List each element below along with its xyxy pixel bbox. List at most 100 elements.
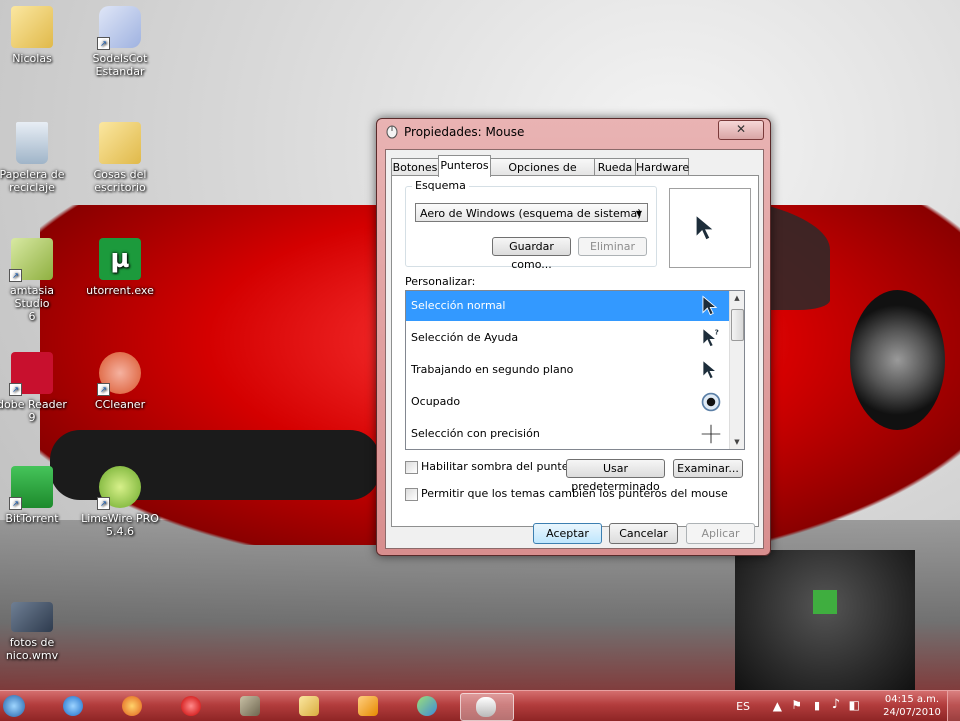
recycle-bin-icon — [16, 122, 48, 164]
folder-icon — [299, 696, 319, 716]
pointer-row-label: Selección de Ayuda — [411, 331, 519, 344]
action-center-flag-icon[interactable]: ⚑ — [791, 698, 802, 712]
windows-orb-icon — [3, 695, 25, 717]
shortcut-arrow-icon: ↗ — [97, 383, 110, 396]
desktop-icon-label: fotos de nico.wmv — [5, 636, 59, 662]
desktop-icon-label: Nicolas — [12, 52, 52, 65]
scheme-group: Esquema Aero de Windows (esquema de sist… — [405, 179, 657, 271]
close-button[interactable]: ✕ — [718, 120, 764, 140]
pointer-row-label: Trabajando en segundo plano — [411, 363, 574, 376]
taskbar-media-player[interactable] — [347, 693, 389, 719]
tray-app-icon[interactable]: ◧ — [849, 698, 860, 712]
clock[interactable]: 04:15 a.m. 24/07/2010 — [882, 693, 942, 719]
desktop-icon-camtasia[interactable]: ↗ amtasia Studio 6 — [0, 238, 72, 323]
desktop-icon-adobe-reader[interactable]: ↗ dobe Reader 9 — [0, 352, 72, 424]
desktop-icon-label: dobe Reader 9 — [0, 398, 67, 424]
mouse-properties-dialog: Propiedades: Mouse ✕ Botones Punteros Op… — [376, 118, 771, 556]
wallpaper-spheres-thumbnail — [735, 550, 915, 690]
show-hidden-icons-icon[interactable]: ▲ — [773, 699, 782, 713]
pointer-row-label: Selección normal — [411, 299, 506, 312]
internet-explorer-icon — [63, 696, 83, 716]
volume-icon[interactable]: ♪ — [832, 697, 840, 712]
scroll-thumb[interactable] — [731, 309, 744, 341]
media-player-icon — [358, 696, 378, 716]
language-indicator[interactable]: ES — [736, 700, 750, 713]
scroll-up-arrow-icon[interactable]: ▲ — [730, 291, 744, 305]
opera-icon — [181, 696, 201, 716]
shortcut-arrow-icon: ↗ — [9, 497, 22, 510]
taskbar-mouse-properties[interactable] — [460, 693, 514, 721]
pointer-preview — [669, 188, 751, 268]
use-default-button[interactable]: Usar predeterminado — [566, 459, 665, 493]
desktop-icon-label: Papelera de reciclaje — [0, 168, 65, 194]
folder-icon — [11, 6, 53, 48]
scroll-down-arrow-icon[interactable]: ▼ — [730, 435, 744, 449]
taskbar-internet-explorer[interactable] — [52, 693, 94, 719]
desktop-icon-limewire[interactable]: ↗ LimeWire PRO 5.4.6 — [80, 466, 160, 538]
tab-botones[interactable]: Botones — [391, 158, 439, 176]
pointer-row-seleccion-ayuda[interactable]: Selección de Ayuda ? — [406, 323, 729, 353]
pointer-row-ocupado[interactable]: Ocupado — [406, 387, 729, 417]
pointer-row-seleccion-normal[interactable]: Selección normal — [406, 291, 729, 321]
pointer-row-precision[interactable]: Selección con precisión — [406, 419, 729, 449]
pointer-list[interactable]: Selección normal Selección de Ayuda ? Tr… — [405, 290, 745, 450]
close-icon: ✕ — [735, 122, 747, 136]
desktop-icon-sodelscot[interactable]: ↗ SodelsCot Estandar — [80, 6, 160, 78]
tab-opciones-de-puntero[interactable]: Opciones de puntero — [490, 158, 595, 191]
scheme-dropdown-value: Aero de Windows (esquema de sistema) — [420, 207, 642, 220]
help-cursor-icon: ? — [702, 327, 719, 348]
show-desktop-button[interactable] — [947, 691, 960, 721]
themes-checkbox[interactable] — [405, 488, 418, 501]
taskbar: ES ▲ ⚑ ▮ ♪ ◧ 04:15 a.m. 24/07/2010 — [0, 690, 960, 721]
delete-scheme-button[interactable]: Eliminar — [578, 237, 647, 256]
shadow-checkbox-label[interactable]: Habilitar sombra del puntero — [421, 460, 579, 473]
themes-checkbox-label[interactable]: Permitir que los temas cambien los punte… — [421, 487, 728, 500]
taskbar-explorer[interactable] — [288, 693, 330, 719]
green-cube — [813, 590, 837, 614]
browse-button[interactable]: Examinar... — [673, 459, 743, 478]
camtasia-icon: ↗ — [9, 238, 53, 282]
desktop-icon-utorrent[interactable]: µ utorrent.exe — [80, 238, 160, 297]
tab-punteros[interactable]: Punteros — [438, 155, 491, 177]
eraser-icon: ↗ — [97, 6, 141, 50]
pointer-row-label: Ocupado — [411, 395, 461, 408]
pointer-row-label: Selección con precisión — [411, 427, 540, 440]
limewire-icon: ↗ — [97, 466, 141, 510]
taskbar-firefox[interactable] — [111, 693, 153, 719]
network-icon[interactable]: ▮ — [814, 699, 820, 712]
tab-hardware[interactable]: Hardware — [635, 158, 689, 176]
shadow-checkbox[interactable] — [405, 461, 418, 474]
desktop-icon-recycle-bin[interactable]: Papelera de reciclaje — [0, 122, 72, 194]
cancel-button[interactable]: Cancelar — [609, 523, 678, 544]
save-as-button[interactable]: Guardar como... — [492, 237, 571, 271]
svg-text:?: ? — [715, 327, 719, 336]
shortcut-arrow-icon: ↗ — [97, 497, 110, 510]
mouse-icon — [476, 697, 496, 717]
desktop-icon-label: LimeWire PRO 5.4.6 — [81, 512, 159, 538]
taskbar-opera[interactable] — [170, 693, 212, 719]
desktop-icon-nicolas[interactable]: Nicolas — [0, 6, 72, 65]
folder-icon — [99, 122, 141, 164]
scheme-dropdown[interactable]: Aero de Windows (esquema de sistema) ▼ — [415, 203, 648, 222]
taskbar-game[interactable] — [229, 693, 271, 719]
ok-button[interactable]: Aceptar — [533, 523, 602, 544]
desktop-icon-fotos-video[interactable]: fotos de nico.wmv — [0, 596, 72, 662]
shortcut-arrow-icon: ↗ — [9, 383, 22, 396]
chevron-down-icon: ▼ — [635, 209, 642, 218]
clock-time: 04:15 a.m. — [884, 694, 940, 705]
firefox-icon — [122, 696, 142, 716]
tab-rueda[interactable]: Rueda — [594, 158, 636, 176]
pointer-list-scrollbar[interactable]: ▲ ▼ — [729, 291, 744, 449]
taskbar-messenger[interactable] — [406, 693, 448, 719]
pointer-row-segundo-plano[interactable]: Trabajando en segundo plano — [406, 355, 729, 385]
start-button[interactable] — [0, 693, 36, 719]
desktop-icon-label: utorrent.exe — [86, 284, 154, 297]
shortcut-arrow-icon: ↗ — [97, 37, 110, 50]
apply-button[interactable]: Aplicar — [686, 523, 755, 544]
desktop-icon-ccleaner[interactable]: ↗ CCleaner — [80, 352, 160, 411]
dialog-titlebar[interactable]: Propiedades: Mouse ✕ — [377, 119, 770, 145]
crosshair-cursor-icon — [701, 424, 721, 444]
desktop-icon-cosas[interactable]: Cosas del escritorio — [80, 122, 160, 194]
desktop-icon-bittorrent[interactable]: ↗ BitTorrent — [0, 466, 72, 525]
desktop-icon-label: Cosas del escritorio — [93, 168, 147, 194]
